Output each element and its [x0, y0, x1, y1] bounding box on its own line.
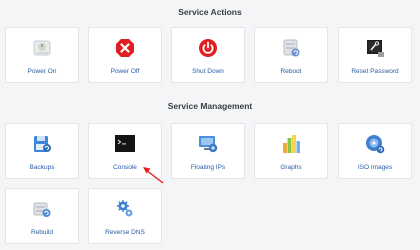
annotation-arrow [143, 167, 164, 184]
